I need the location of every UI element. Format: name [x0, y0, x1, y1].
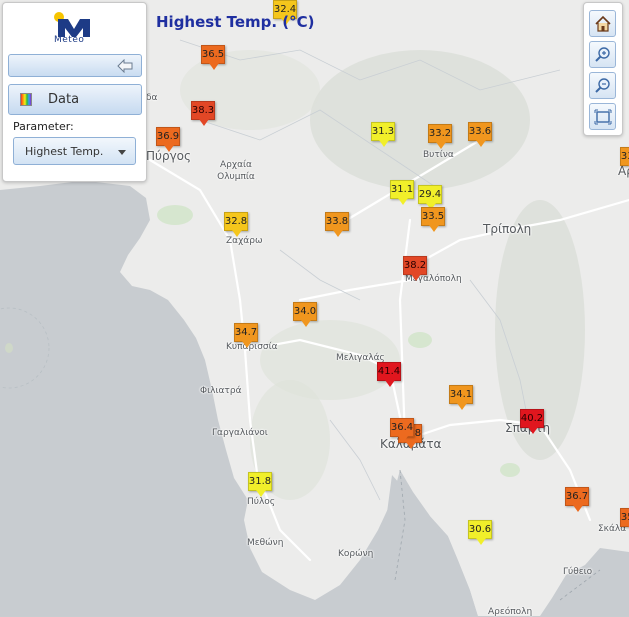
map-toolbar [583, 2, 623, 136]
temperature-marker[interactable]: 36.7 [565, 487, 589, 512]
parameter-select-value: Highest Temp. [25, 145, 104, 158]
chevron-down-icon [118, 150, 126, 155]
temperature-marker[interactable]: 38.3 [191, 101, 215, 126]
arrow-left-icon [117, 59, 133, 73]
temperature-marker[interactable]: 35.1 [620, 508, 629, 533]
place-label: Τρίπολη [483, 222, 532, 236]
temperature-marker[interactable]: 36.5 [201, 45, 225, 70]
home-button[interactable] [589, 10, 616, 37]
temperature-marker[interactable]: 33.3 [620, 147, 629, 172]
temperature-marker[interactable]: 38.2 [403, 256, 427, 281]
temperature-marker[interactable]: 29.4 [418, 185, 442, 210]
temperature-marker[interactable]: 36.4 [390, 418, 414, 443]
map-title: Highest Temp. (°C) [156, 13, 315, 31]
home-icon [595, 15, 611, 32]
zoom-extent-icon [594, 109, 612, 125]
temperature-marker[interactable]: 33.6 [468, 122, 492, 147]
zoom-in-icon [595, 47, 610, 62]
temperature-marker[interactable]: 34.0 [293, 302, 317, 327]
zoom-out-icon [595, 78, 610, 93]
place-label: Κορώνη [338, 549, 374, 559]
temperature-marker[interactable]: 36.9 [156, 127, 180, 152]
temperature-marker[interactable]: 41.4 [377, 362, 401, 387]
logo-text: Meteo [54, 35, 85, 45]
temperature-marker[interactable]: 31.3 [371, 122, 395, 147]
place-label: Ζαχάρω [226, 236, 263, 246]
place-label: Φιλιατρά [200, 386, 242, 396]
temperature-marker[interactable]: 31.1 [390, 180, 414, 205]
zoom-extent-button[interactable] [589, 103, 616, 130]
place-label: δα [146, 93, 158, 103]
place-label: Μεθώνη [247, 538, 284, 548]
temperature-marker[interactable]: 34.7 [234, 323, 258, 348]
control-panel: Meteo Data Parameter: Highest Temp. [2, 2, 147, 182]
collapse-panel-button[interactable] [8, 54, 142, 77]
temperature-marker[interactable]: 31.8 [248, 472, 272, 497]
palette-icon [20, 93, 32, 106]
temperature-marker[interactable]: 33.2 [428, 124, 452, 149]
place-label: Γαργαλιάνοι [212, 428, 268, 438]
parameter-label: Parameter: [13, 120, 74, 133]
temperature-marker[interactable]: 32.8 [224, 212, 248, 237]
place-label: Αρχαία Ολυμπία [217, 160, 255, 182]
temperature-marker[interactable]: 33.5 [421, 207, 445, 232]
zoom-in-button[interactable] [589, 41, 616, 68]
place-label: Πύλος [247, 497, 276, 507]
parameter-select[interactable]: Highest Temp. [13, 137, 136, 165]
temperature-marker[interactable]: 33.8 [325, 212, 349, 237]
temperature-marker[interactable]: 30.6 [468, 520, 492, 545]
place-label: Γύθειο [563, 567, 593, 577]
place-label: Βυτίνα [423, 150, 454, 160]
data-button[interactable]: Data [8, 84, 142, 115]
zoom-out-button[interactable] [589, 72, 616, 99]
temperature-marker[interactable]: 34.1 [449, 385, 473, 410]
temperature-marker[interactable]: 40.2 [520, 409, 544, 434]
data-button-label: Data [48, 92, 80, 107]
